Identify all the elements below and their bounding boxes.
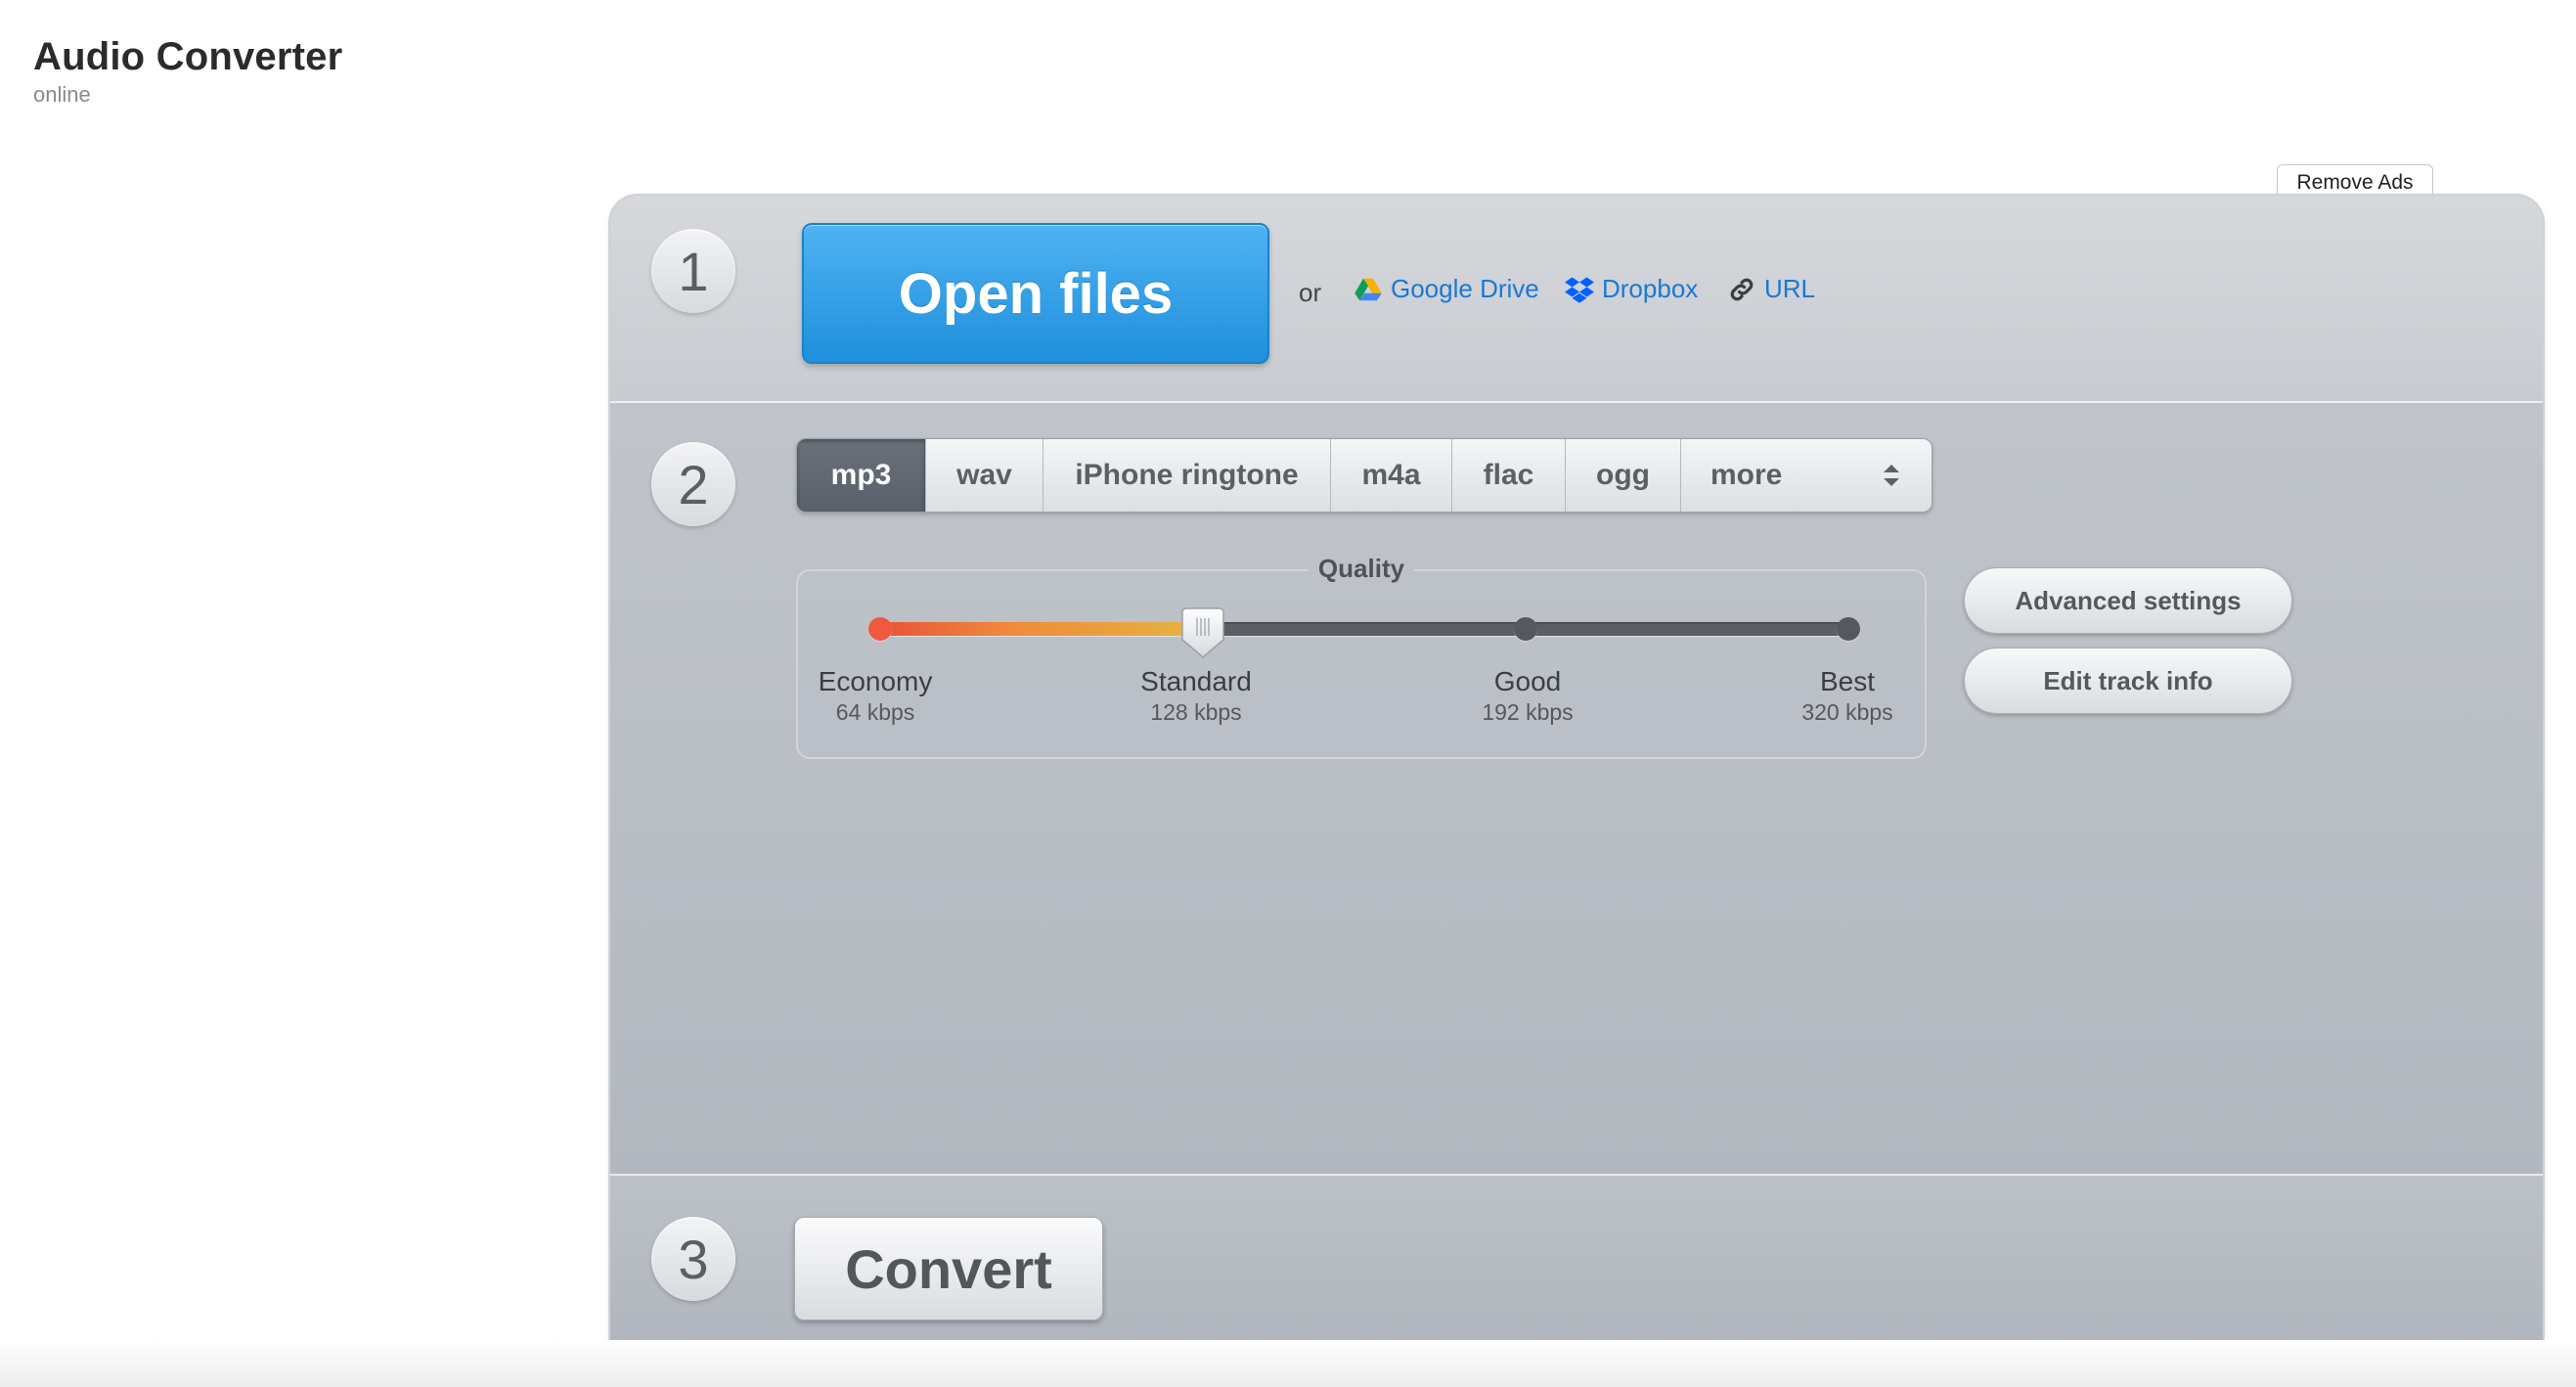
edit-track-info-button[interactable]: Edit track info: [1964, 648, 2292, 714]
quality-level-name: Economy: [818, 666, 933, 696]
quality-level-rate: 64 kbps: [835, 699, 915, 725]
quality-level-rate: 128 kbps: [1150, 699, 1242, 725]
app-subtitle: online: [33, 82, 91, 107]
quality-stop-best[interactable]: [1837, 617, 1860, 641]
app-title: Audio Converter: [33, 35, 343, 78]
converter-panel: 1 Open files or Google Drive Dropbox URL…: [608, 194, 2545, 1365]
url-link[interactable]: URL: [1727, 274, 1815, 304]
quality-level-rate: 320 kbps: [1801, 699, 1893, 725]
google-drive-label: Google Drive: [1391, 274, 1539, 303]
format-more-select[interactable]: more: [1681, 439, 1932, 512]
quality-level-name: Standard: [1140, 666, 1252, 696]
quality-level-name: Good: [1493, 666, 1562, 696]
google-drive-link[interactable]: Google Drive: [1354, 274, 1539, 304]
format-tabs: mp3 wav iPhone ringtone m4a flac ogg mor…: [796, 438, 1932, 513]
step-open-files: 1 Open files or Google Drive Dropbox URL: [610, 196, 2543, 403]
format-tab-wav[interactable]: wav: [926, 439, 1044, 512]
select-arrows-icon: [1881, 462, 1902, 489]
step-number-1: 1: [651, 229, 735, 313]
format-tab-mp3[interactable]: mp3: [797, 439, 926, 512]
quality-level-name: Best: [1819, 666, 1876, 696]
google-drive-icon: [1355, 278, 1382, 300]
quality-title: Quality: [1308, 554, 1415, 584]
quality-level-standard[interactable]: Standard 128 kbps: [1140, 665, 1252, 726]
url-label: URL: [1764, 274, 1816, 303]
quality-slider[interactable]: [868, 607, 1860, 658]
format-tab-ogg[interactable]: ogg: [1566, 439, 1681, 512]
format-tab-flac[interactable]: flac: [1452, 439, 1566, 512]
step-number-2: 2: [651, 442, 735, 526]
quality-level-rate: 192 kbps: [1482, 699, 1574, 725]
step-format-settings: 2 mp3 wav iPhone ringtone m4a flac ogg m…: [610, 403, 2543, 1176]
quality-level-best[interactable]: Best 320 kbps: [1801, 665, 1892, 726]
brand: Audio Converter online: [33, 33, 342, 108]
quality-group: Quality Economy 64 kbps Standard 128 kbp…: [796, 554, 1927, 759]
quality-slider-fill: [880, 622, 1203, 636]
convert-button[interactable]: Convert: [794, 1217, 1103, 1320]
format-tab-m4a[interactable]: m4a: [1331, 439, 1452, 512]
format-more-label: more: [1710, 459, 1783, 491]
advanced-settings-button[interactable]: Advanced settings: [1964, 567, 2292, 634]
format-tab-iphone-ringtone[interactable]: iPhone ringtone: [1044, 439, 1331, 512]
quality-stop-economy[interactable]: [868, 617, 892, 641]
quality-slider-thumb[interactable]: [1180, 606, 1225, 659]
step-number-3: 3: [651, 1217, 735, 1301]
quality-stop-good[interactable]: [1514, 617, 1538, 641]
page-bottom-edge: [0, 1340, 2576, 1387]
dropbox-label: Dropbox: [1602, 274, 1699, 303]
or-label: or: [1299, 278, 1322, 307]
dropbox-icon: [1565, 277, 1594, 303]
quality-level-good[interactable]: Good 192 kbps: [1482, 665, 1573, 726]
open-files-button[interactable]: Open files: [802, 223, 1269, 364]
dropbox-link[interactable]: Dropbox: [1565, 274, 1698, 304]
link-icon: [1730, 278, 1754, 300]
step-convert: 3 Convert: [610, 1176, 2543, 1364]
quality-level-economy[interactable]: Economy 64 kbps: [819, 665, 933, 726]
